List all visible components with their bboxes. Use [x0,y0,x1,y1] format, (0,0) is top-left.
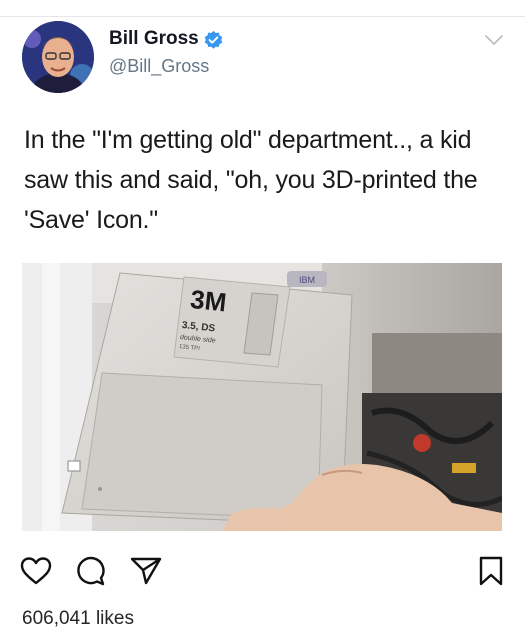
monitor-brand: IBM [299,275,315,285]
heart-icon[interactable] [20,556,52,586]
action-bar [0,556,525,586]
avatar-photo [22,21,94,93]
tweet-text: In the "I'm getting old" department.., a… [24,126,478,234]
verified-badge-icon [204,30,223,49]
top-divider [0,16,525,17]
user-handle[interactable]: @Bill_Gross [109,56,209,77]
avatar[interactable] [22,21,94,93]
tweet-photo[interactable]: IBM 3M 3.5, DS double side 135 TPI [22,263,502,531]
chevron-down-icon[interactable] [484,33,504,47]
bookmark-icon[interactable] [478,556,504,586]
send-icon[interactable] [130,556,162,586]
comment-icon[interactable] [75,556,107,586]
disk-brand: 3M [189,284,228,318]
user-name[interactable]: Bill Gross [109,28,199,50]
likes-count[interactable]: 606,041 likes [22,608,134,630]
